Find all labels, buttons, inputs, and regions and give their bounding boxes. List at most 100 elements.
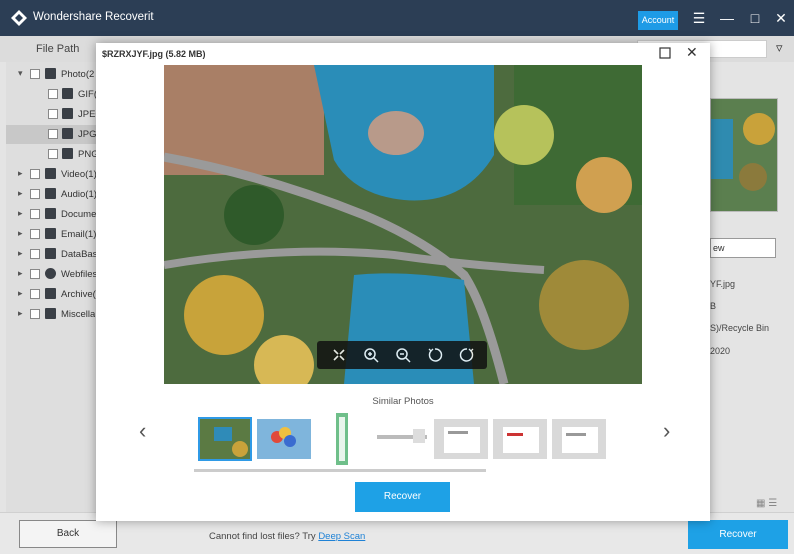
archive-icon xyxy=(45,288,56,299)
tree-item-label: Photo(2 xyxy=(61,69,95,80)
view-toggle-icons[interactable]: ▦ ☰ xyxy=(756,498,777,509)
chevron-right-icon[interactable]: ▸ xyxy=(18,288,23,299)
chevron-right-icon[interactable]: ▸ xyxy=(18,248,23,259)
tree-item-gif[interactable]: GIF( xyxy=(6,85,98,104)
checkbox[interactable] xyxy=(30,229,40,239)
chevron-right-icon[interactable]: ▸ xyxy=(18,188,23,199)
folder-icon xyxy=(62,88,73,99)
tree-item-label: Audio(1) xyxy=(61,189,97,200)
zoom-in-icon[interactable] xyxy=(363,347,379,363)
tree-item-archive[interactable]: ▸ Archive( xyxy=(6,285,98,304)
chevron-right-icon[interactable]: ▸ xyxy=(18,268,23,279)
account-button[interactable]: Account xyxy=(638,11,678,30)
maximize-icon[interactable] xyxy=(659,47,671,59)
chevron-right-icon[interactable]: › xyxy=(663,418,670,444)
zoom-toolbar xyxy=(317,341,487,369)
tree-item-jpeg[interactable]: JPEG xyxy=(6,105,103,124)
tree-item-webfiles[interactable]: ▸ Webfiles xyxy=(6,265,98,284)
deep-scan-link[interactable]: Deep Scan xyxy=(318,531,365,542)
filter-icon[interactable]: ▿ xyxy=(776,40,783,56)
folder-icon xyxy=(62,148,73,159)
chevron-right-icon[interactable]: ▸ xyxy=(18,208,23,219)
tree-item-label: Email(1) xyxy=(61,229,97,240)
zoom-out-icon[interactable] xyxy=(395,347,411,363)
dialog-title: $RZRXJYF.jpg (5.82 MB) xyxy=(102,49,206,59)
tree-item-label: Webfiles xyxy=(61,269,98,280)
file-name-value: YF.jpg xyxy=(710,279,736,289)
fit-screen-icon[interactable] xyxy=(331,347,347,363)
similar-photo-thumbnail[interactable] xyxy=(493,419,547,459)
similar-photo-thumbnail[interactable] xyxy=(375,419,429,459)
checkbox[interactable] xyxy=(30,249,40,259)
hint-label: Cannot find lost files? Try xyxy=(209,531,319,542)
preview-button[interactable]: ew xyxy=(710,238,776,258)
thumbnail-scrollbar[interactable] xyxy=(194,469,486,472)
minimize-icon[interactable]: — xyxy=(718,9,736,27)
tree-item-label: Miscella xyxy=(61,309,96,320)
chevron-right-icon[interactable]: ▸ xyxy=(18,308,23,319)
tree-item-database[interactable]: ▸ DataBas xyxy=(6,245,98,264)
back-button[interactable]: Back xyxy=(19,520,117,548)
tree-item-label: Video(1) xyxy=(61,169,97,180)
similar-photo-thumbnail[interactable] xyxy=(336,413,348,465)
tree-item-label: Docume xyxy=(61,209,97,220)
close-icon[interactable]: ✕ xyxy=(686,44,698,61)
checkbox[interactable] xyxy=(48,109,58,119)
tree-item-video[interactable]: ▸ Video(1) xyxy=(6,165,98,184)
title-bar: Wondershare Recoverit Account ☰ — □ ✕ xyxy=(0,0,794,36)
dialog-recover-button[interactable]: Recover xyxy=(355,482,450,512)
file-path-value: S)/Recycle Bin xyxy=(710,323,770,333)
tree-item-audio[interactable]: ▸ Audio(1) xyxy=(6,185,98,204)
checkbox[interactable] xyxy=(30,209,40,219)
maximize-icon[interactable]: □ xyxy=(746,9,764,27)
folder-icon xyxy=(62,128,73,139)
tree-item-label: DataBas xyxy=(61,249,98,260)
folder-icon xyxy=(62,108,73,119)
file-type-tree: ▾ Photo(2 GIF( JPEG JPG( PNG ▸ Video(1) … xyxy=(6,62,103,512)
similar-photos-label: Similar Photos xyxy=(372,396,434,407)
menu-icon[interactable]: ☰ xyxy=(690,9,708,27)
file-size-value: B xyxy=(710,301,717,311)
tree-item-png[interactable]: PNG xyxy=(6,145,99,164)
recover-button[interactable]: Recover xyxy=(688,520,788,549)
preview-thumbnail xyxy=(710,98,778,212)
chevron-right-icon[interactable]: ▸ xyxy=(18,168,23,179)
rotate-left-icon[interactable] xyxy=(427,347,443,363)
tree-item-document[interactable]: ▸ Docume xyxy=(6,205,98,224)
image-icon xyxy=(45,68,56,79)
tree-item-label: Archive( xyxy=(61,289,96,300)
tree-item-miscellaneous[interactable]: ▸ Miscella xyxy=(6,305,98,324)
checkbox[interactable] xyxy=(30,269,40,279)
hint-text: Cannot find lost files? Try Deep Scan xyxy=(209,531,365,542)
similar-photo-thumbnail[interactable] xyxy=(198,417,252,461)
tree-item-jpg[interactable]: JPG( xyxy=(6,125,100,144)
close-icon[interactable]: ✕ xyxy=(772,9,790,27)
checkbox[interactable] xyxy=(30,189,40,199)
checkbox[interactable] xyxy=(48,129,58,139)
similar-photo-thumbnail[interactable] xyxy=(552,419,606,459)
checkbox[interactable] xyxy=(48,149,58,159)
tree-item-label: GIF( xyxy=(78,89,97,100)
email-icon xyxy=(45,228,56,239)
checkbox[interactable] xyxy=(30,309,40,319)
globe-icon xyxy=(45,268,56,279)
checkbox[interactable] xyxy=(30,169,40,179)
misc-icon xyxy=(45,308,56,319)
tree-item-email[interactable]: ▸ Email(1) xyxy=(6,225,98,244)
video-icon xyxy=(45,168,56,179)
tree-item-photo[interactable]: ▾ Photo(2 xyxy=(6,65,98,84)
recoverit-logo-icon xyxy=(11,10,27,26)
chevron-left-icon[interactable]: ‹ xyxy=(139,418,146,444)
rotate-right-icon[interactable] xyxy=(459,347,475,363)
file-path-label: File Path xyxy=(36,43,80,55)
preview-image xyxy=(164,65,642,384)
checkbox[interactable] xyxy=(48,89,58,99)
checkbox[interactable] xyxy=(30,69,40,79)
file-date-value: 2020 xyxy=(710,346,731,356)
similar-photo-thumbnail[interactable] xyxy=(434,419,488,459)
chevron-down-icon[interactable]: ▾ xyxy=(18,68,23,79)
similar-photo-thumbnail[interactable] xyxy=(257,419,311,459)
checkbox[interactable] xyxy=(30,289,40,299)
chevron-right-icon[interactable]: ▸ xyxy=(18,228,23,239)
photo-preview-dialog: $RZRXJYF.jpg (5.82 MB) ✕ Similar Photos … xyxy=(96,43,710,521)
